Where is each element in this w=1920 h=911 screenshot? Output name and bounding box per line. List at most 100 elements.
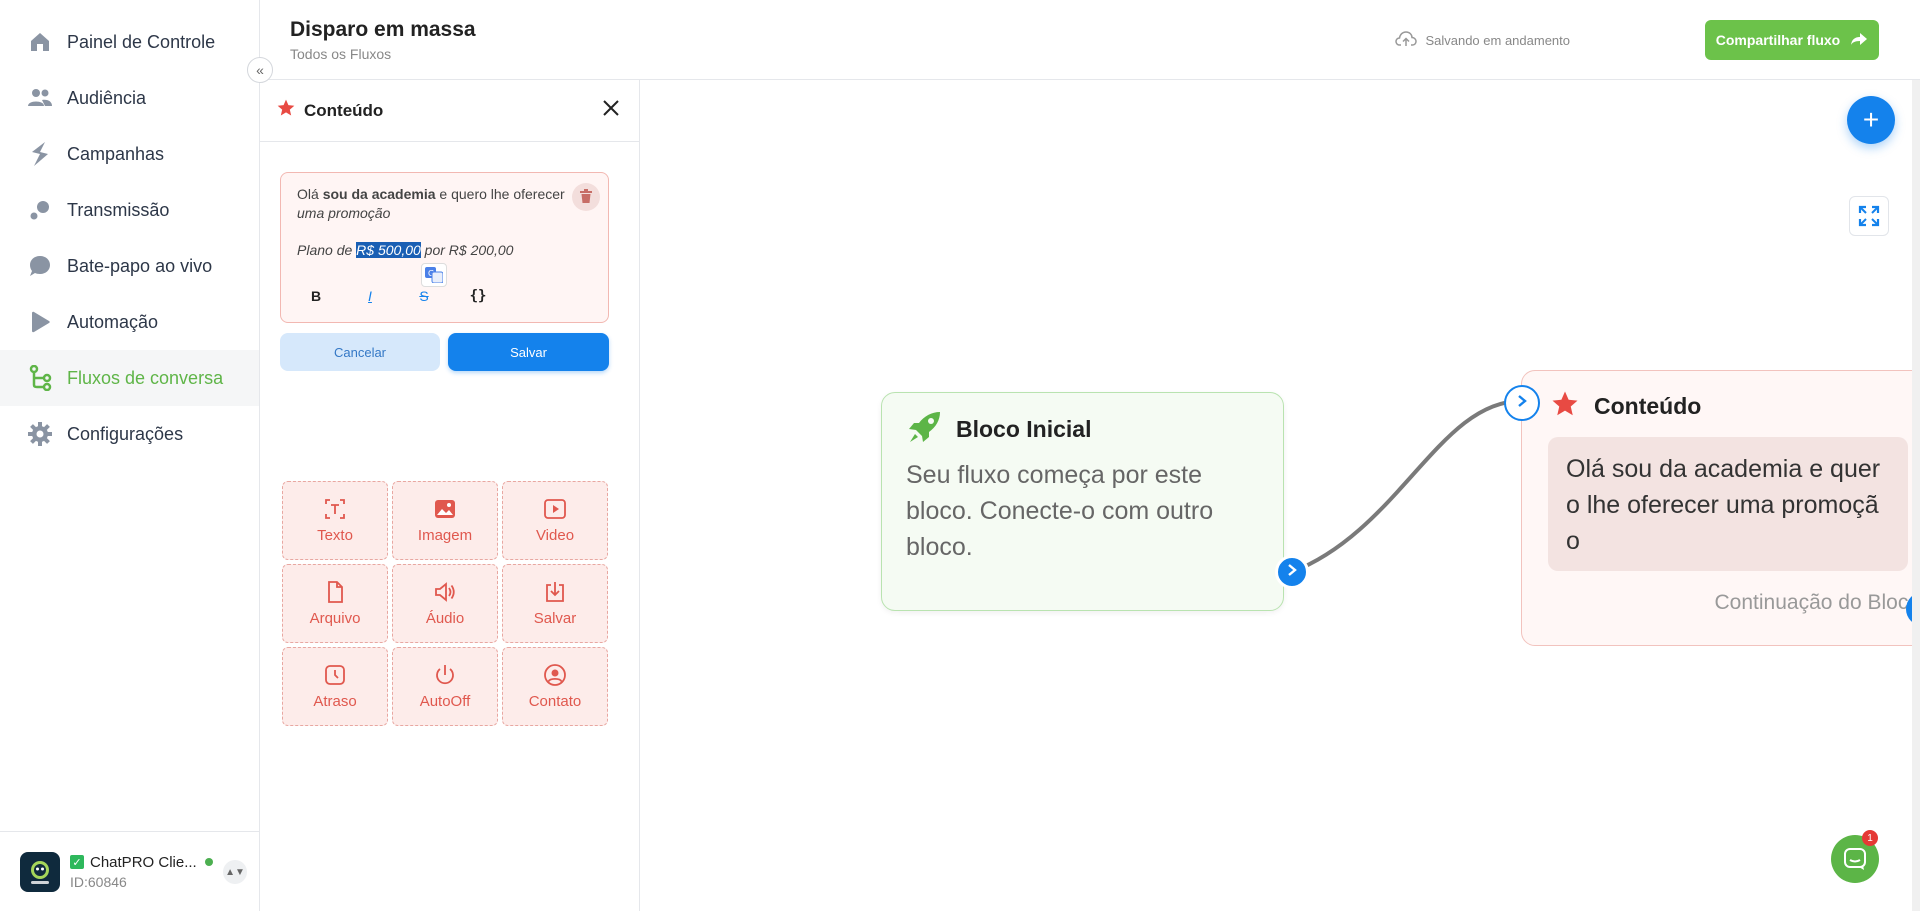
canvas-scrollbar[interactable]: [1912, 80, 1920, 911]
block-video[interactable]: Video: [502, 481, 608, 560]
italic-button[interactable]: I: [357, 288, 383, 304]
sidebar-item-label: Audiência: [67, 87, 147, 108]
editor-text: e quero lhe oferecer: [435, 186, 565, 202]
account-info: ✓ ChatPRO Clie... ID:60846: [70, 854, 220, 890]
sidebar-item-campanhas[interactable]: Campanhas: [0, 126, 259, 182]
editor-text: Plano de: [297, 242, 357, 258]
panel-title: Conteúdo: [304, 100, 384, 120]
panel-header: Conteúdo: [260, 80, 639, 142]
account-switcher[interactable]: ✓ ChatPRO Clie... ID:60846 ▲▼: [0, 831, 259, 911]
page-title: Disparo em massa: [290, 18, 476, 41]
account-logo: [20, 851, 60, 892]
block-autooff[interactable]: AutoOff: [392, 647, 498, 726]
clock-icon: [325, 665, 345, 685]
close-panel-button[interactable]: [599, 98, 623, 122]
sidebar-item-configuracoes[interactable]: Configurações: [0, 406, 259, 462]
block-label: Arquivo: [309, 610, 361, 627]
chat-bubble-icon: [27, 253, 53, 279]
rocket-icon: [908, 411, 942, 448]
editor-line-2: Plano de R$ 500,00 por R$ 200,00: [297, 241, 592, 260]
block-label: Imagem: [417, 527, 473, 544]
block-continuation-label: Continuação do Bloco: [1714, 591, 1920, 614]
share-flow-button[interactable]: Compartilhar fluxo: [1705, 20, 1879, 60]
block-label: Atraso: [313, 693, 357, 710]
variables-button[interactable]: {}: [465, 288, 491, 304]
notification-badge: 1: [1862, 830, 1878, 846]
plus-icon: +: [1862, 104, 1880, 135]
account-switch-icon[interactable]: ▲▼: [223, 860, 247, 884]
video-icon: [544, 499, 566, 519]
power-icon: [436, 665, 454, 685]
message-editor[interactable]: Olá sou da academia e quero lhe oferecer…: [280, 172, 609, 323]
account-name-row: ✓ ChatPRO Clie...: [70, 854, 220, 871]
translate-icon[interactable]: G: [421, 263, 447, 287]
fullscreen-button[interactable]: [1849, 196, 1889, 236]
chevron-right-icon: [1286, 563, 1298, 582]
cancel-button[interactable]: Cancelar: [280, 333, 440, 371]
share-arrow-icon: [1850, 32, 1868, 49]
sidebar-item-fluxos[interactable]: Fluxos de conversa: [0, 350, 259, 406]
block-audio[interactable]: Áudio: [392, 564, 498, 643]
flow-icon: [27, 365, 53, 391]
content-block-node[interactable]: Conteúdo Olá sou da academia e quero lhe…: [1521, 370, 1920, 646]
save-status-text: Salvando em andamento: [1425, 33, 1570, 48]
account-name: ChatPRO Clie...: [90, 853, 197, 871]
bold-button[interactable]: B: [303, 288, 329, 304]
verified-check-icon: ✓: [70, 855, 84, 869]
header: Disparo em massa Todos os Fluxos Salvand…: [260, 0, 1920, 80]
editor-italic-text: uma promoção: [297, 205, 391, 221]
breadcrumb[interactable]: Todos os Fluxos: [290, 46, 391, 62]
account-id: ID:60846: [70, 873, 127, 890]
sidebar-nav: Painel de Controle Audiência Campanhas T…: [0, 0, 259, 462]
format-toolbar: B I S {}: [303, 288, 491, 304]
delete-message-button[interactable]: [572, 183, 600, 211]
text-icon: [325, 499, 345, 519]
message-preview: Olá sou da academia e quero lhe oferecer…: [1548, 437, 1908, 571]
sidebar-item-label: Bate-papo ao vivo: [67, 255, 213, 276]
content-node-title: Conteúdo: [1594, 393, 1702, 419]
file-icon: [328, 581, 343, 603]
broadcast-icon: [27, 197, 53, 223]
start-block-node[interactable]: Bloco Inicial Seu fluxo começa por este …: [881, 392, 1284, 611]
block-type-grid: Texto Imagem Video Arquivo Áudio Salvar: [282, 481, 608, 726]
block-label: Salvar: [533, 610, 577, 627]
sidebar-item-label: Automação: [67, 311, 159, 332]
double-chevron-left-icon: «: [256, 62, 264, 78]
download-icon: [546, 582, 564, 602]
block-imagem[interactable]: Imagem: [392, 481, 498, 560]
contact-icon: [544, 664, 566, 686]
block-label: Texto: [317, 527, 353, 544]
sidebar-item-audiencia[interactable]: Audiência: [0, 70, 259, 126]
editor-text: Olá: [297, 186, 323, 202]
trash-icon: [580, 188, 592, 206]
block-texto[interactable]: Texto: [282, 481, 388, 560]
block-arquivo[interactable]: Arquivo: [282, 564, 388, 643]
start-node-output-port[interactable]: [1275, 555, 1309, 589]
flow-canvas[interactable]: + Bloco Inicial Seu fluxo começa por est…: [640, 80, 1920, 911]
block-contato[interactable]: Contato: [502, 647, 608, 726]
block-salvar[interactable]: Salvar: [502, 564, 608, 643]
content-node-input-port[interactable]: [1504, 385, 1540, 421]
save-button[interactable]: Salvar: [448, 333, 609, 371]
sidebar-item-automacao[interactable]: Automação: [0, 294, 259, 350]
sidebar-item-label: Fluxos de conversa: [67, 367, 224, 388]
sidebar-item-painel[interactable]: Painel de Controle: [0, 14, 259, 70]
audio-icon: [435, 582, 455, 602]
content-panel: Conteúdo Olá sou da academia e quero lhe…: [260, 80, 640, 911]
collapse-sidebar-button[interactable]: «: [247, 57, 273, 83]
sidebar-item-transmissao[interactable]: Transmissão: [0, 182, 259, 238]
bolt-icon: [27, 141, 53, 167]
sidebar-item-batepapo[interactable]: Bate-papo ao vivo: [0, 238, 259, 294]
online-status-dot: [204, 858, 213, 866]
chat-icon: [1844, 848, 1866, 870]
block-label: Contato: [528, 693, 582, 710]
content-node-header: Conteúdo: [1550, 389, 1701, 424]
share-flow-label: Compartilhar fluxo: [1715, 32, 1841, 48]
strikethrough-button[interactable]: S: [411, 288, 437, 304]
start-node-title: Bloco Inicial: [956, 416, 1092, 442]
editor-text: por R$ 200,00: [420, 242, 514, 258]
add-block-button[interactable]: +: [1847, 96, 1895, 144]
expand-icon: [1858, 205, 1880, 227]
star-icon: [1550, 389, 1580, 424]
block-atraso[interactable]: Atraso: [282, 647, 388, 726]
